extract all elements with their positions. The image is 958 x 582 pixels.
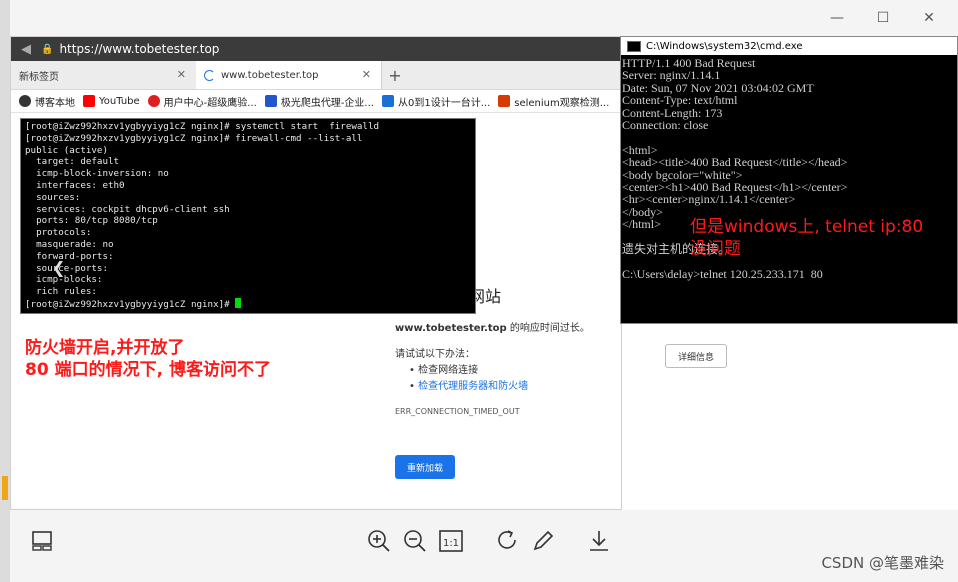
- reload-button[interactable]: 重新加载: [395, 455, 455, 479]
- watermark: CSDN @笔墨难染: [821, 554, 944, 572]
- close-icon[interactable]: ✕: [906, 8, 952, 28]
- terminal-output: [root@iZwz992hxzv1ygbyyiyg1cZ nginx]# sy…: [25, 121, 471, 298]
- terminal-line: public (active): [25, 144, 108, 156]
- suggestion-proxy-link[interactable]: • 检查代理服务器和防火墙: [409, 377, 528, 392]
- window-controls: — ☐ ✕: [814, 8, 952, 28]
- terminal-line: icmp-block-inversion: no: [25, 168, 169, 180]
- error-domain: www.tobetester.top: [395, 323, 507, 334]
- tab-close-icon[interactable]: ✕: [177, 68, 186, 81]
- terminal-line: [root@iZwz992hxzv1ygbyyiyg1cZ nginx]# sy…: [25, 121, 380, 132]
- bookmark-item[interactable]: 极光爬虫代理-企业...: [264, 94, 374, 109]
- cmd-window: C:\Windows\system32\cmd.exe HTTP/1.1 400…: [620, 36, 958, 324]
- cmd-line: Server: nginx/1.14.1: [622, 68, 721, 83]
- zoom-in-icon[interactable]: [366, 528, 392, 554]
- cmd-line: Connection: close: [622, 118, 709, 133]
- bookmark-item[interactable]: 用户中心-超级鹰验...: [147, 94, 257, 109]
- new-tab-button[interactable]: +: [381, 61, 408, 89]
- cmd-title-text: C:\Windows\system32\cmd.exe: [646, 40, 803, 52]
- terminal-line: interfaces: eth0: [25, 179, 125, 191]
- cmd-line: C:\Users\delay>telnet 120.25.233.171 80: [622, 266, 823, 281]
- maximize-icon[interactable]: ☐: [860, 8, 906, 28]
- viewer-toolbar: 1:1 CSDN @笔墨难染: [10, 510, 958, 582]
- bookmark-item[interactable]: 从0到1设计一台计...: [381, 94, 490, 109]
- terminal-line: protocols:: [25, 227, 92, 239]
- terminal-line: forward-ports:: [25, 250, 114, 262]
- terminal-line: rich rules:: [25, 286, 97, 298]
- back-icon[interactable]: ◀: [11, 42, 41, 57]
- back-arrow-icon[interactable]: ❮: [52, 258, 65, 277]
- terminal-line: services: cockpit dhcpv6-client ssh: [25, 203, 230, 215]
- bookmark-icon: [498, 95, 511, 107]
- terminal-line: icmp-blocks:: [25, 274, 103, 286]
- url-text[interactable]: https://www.tobetester.top: [59, 42, 219, 56]
- layout-icon[interactable]: [30, 528, 56, 554]
- rotate-icon[interactable]: [494, 528, 520, 554]
- download-icon[interactable]: [586, 528, 612, 554]
- youtube-icon: [83, 95, 95, 107]
- terminal-prompt: [root@iZwz992hxzv1ygbyyiyg1cZ nginx]#: [25, 298, 236, 310]
- annotation-left: 防火墙开启,并开放了 80 端口的情况下, 博客访问不了: [25, 338, 271, 380]
- error-code: ERR_CONNECTION_TIMED_OUT: [395, 407, 520, 416]
- bookmark-icon: [381, 95, 394, 107]
- edit-pencil-icon[interactable]: [530, 528, 556, 554]
- bookmark-icon: [147, 95, 160, 107]
- terminal-line: masquerade: no: [25, 238, 114, 250]
- bookmark-item[interactable]: 博客本地: [19, 94, 75, 109]
- tab-bar: 新标签页 ✕ www.tobetester.top ✕ +: [11, 61, 621, 90]
- zoom-out-icon[interactable]: [402, 528, 428, 554]
- terminal-line: ports: 80/tcp 8080/tcp: [25, 215, 158, 227]
- cmd-line: <head><title>400 Bad Request</title></he…: [622, 155, 848, 170]
- cmd-icon: [627, 40, 641, 52]
- loading-spinner-icon: [204, 69, 215, 81]
- tab-label: 新标签页: [19, 71, 59, 83]
- bookmark-icon: [19, 95, 31, 107]
- suggestion-network: • 检查网络连接: [409, 365, 479, 376]
- cmd-line: <hr><center>nginx/1.14.1</center>: [622, 192, 796, 207]
- bookmark-icon: [264, 95, 277, 107]
- svg-text:1:1: 1:1: [443, 538, 459, 549]
- bookmark-item[interactable]: YouTube: [83, 95, 140, 107]
- tab-close-icon[interactable]: ✕: [362, 68, 371, 81]
- bookmark-item[interactable]: selenium观察检测...: [498, 94, 609, 109]
- cmd-line: [622, 131, 956, 143]
- cmd-titlebar: C:\Windows\system32\cmd.exe: [621, 37, 957, 55]
- ssh-terminal: [root@iZwz992hxzv1ygbyyiyg1cZ nginx]# sy…: [20, 118, 476, 314]
- bookmarks-bar: 博客本地 YouTube 用户中心-超级鹰验... 极光爬虫代理-企业... 从…: [11, 90, 621, 113]
- terminal-cursor: [235, 297, 242, 308]
- error-message: www.tobetester.top 的响应时间过长。: [395, 323, 590, 334]
- background-window-accent: [2, 476, 8, 500]
- terminal-line: sources:: [25, 191, 81, 203]
- details-button[interactable]: 详细信息: [665, 344, 727, 368]
- tab-new[interactable]: 新标签页 ✕: [11, 61, 196, 89]
- terminal-line: target: default: [25, 156, 120, 168]
- terminal-line: source-ports:: [25, 262, 108, 274]
- suggest-heading: 请试试以下办法：: [395, 349, 475, 360]
- tab-label: www.tobetester.top: [221, 69, 319, 81]
- minimize-icon[interactable]: —: [814, 8, 860, 28]
- terminal-line: [root@iZwz992hxzv1ygbyyiyg1cZ nginx]# fi…: [25, 132, 363, 144]
- cmd-line: Content-Type: text/html: [622, 93, 738, 108]
- tab-tobetester[interactable]: www.tobetester.top ✕: [196, 61, 381, 89]
- lock-icon: 🔒: [41, 43, 54, 55]
- address-bar[interactable]: ◀ 🔒 https://www.tobetester.top: [11, 37, 621, 61]
- actual-size-icon[interactable]: 1:1: [438, 528, 464, 554]
- annotation-right: 但是windows上, telnet ip:80 没问题: [690, 217, 924, 259]
